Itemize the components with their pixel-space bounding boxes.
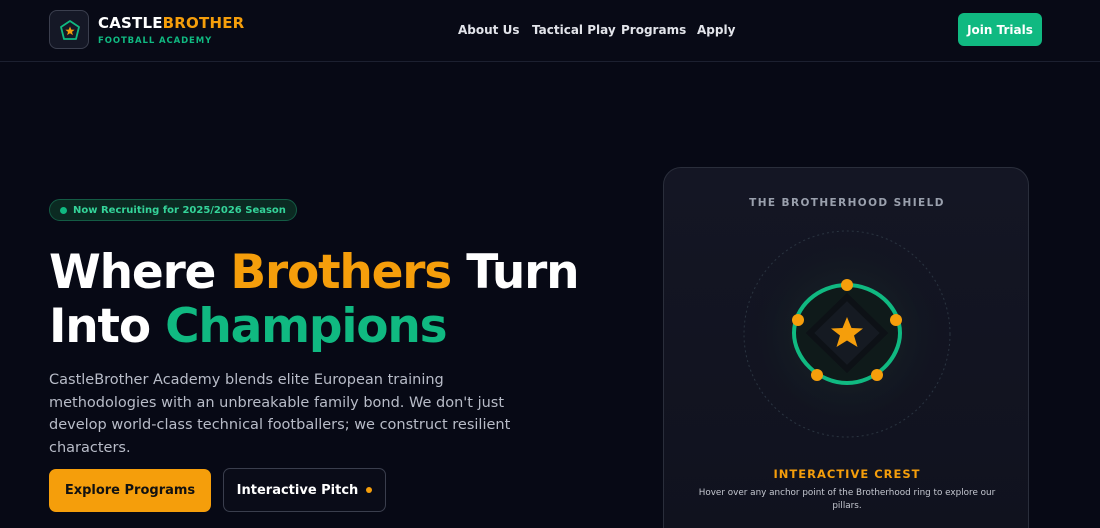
- nav-about-us[interactable]: About Us: [458, 22, 519, 38]
- status-dot-icon: [60, 206, 67, 214]
- main-nav: About Us Tactical Play Programs Apply: [0, 22, 1100, 38]
- explore-programs-button[interactable]: Explore Programs: [49, 469, 211, 512]
- hero-description: CastleBrother Academy blends elite Europ…: [49, 372, 511, 456]
- site-header: CASTLEBROTHER FOOTBALL ACADEMY About Us …: [0, 0, 1100, 62]
- anchor-point-bottom-left[interactable]: [811, 369, 823, 381]
- recruiting-badge: Now Recruiting for 2025/2026 Season: [49, 199, 297, 221]
- join-trials-button[interactable]: Join Trials: [958, 13, 1042, 46]
- anchor-point-left[interactable]: [792, 314, 804, 326]
- brotherhood-shield-card: THE BROTHERHOOD SHIELD INTERACTIVE CREST…: [663, 167, 1029, 528]
- hero-title-word: Where: [49, 245, 231, 300]
- interactive-pitch-button[interactable]: Interactive Pitch: [223, 468, 386, 512]
- anchor-point-top[interactable]: [841, 279, 853, 291]
- hero-title-line2: Into Champions: [49, 300, 609, 354]
- card-title: THE BROTHERHOOD SHIELD: [749, 197, 945, 209]
- hero-title: Where Brothers Turn Into Champions: [49, 246, 609, 354]
- hero-title-highlight-brothers: Brothers: [230, 245, 452, 300]
- hero-title-highlight-champions: Champions: [165, 299, 448, 354]
- hero-title-word: Turn: [451, 245, 579, 300]
- brotherhood-crest[interactable]: [664, 223, 1030, 463]
- anchor-point-right[interactable]: [890, 314, 902, 326]
- hero-title-word: Into: [49, 299, 166, 354]
- interactive-crest-label: INTERACTIVE CREST: [773, 467, 921, 481]
- hero-title-line1: Where Brothers Turn: [49, 246, 609, 300]
- recruiting-badge-text: Now Recruiting for 2025/2026 Season: [73, 204, 286, 216]
- nav-programs[interactable]: Programs: [621, 22, 686, 38]
- nav-tactical-play[interactable]: Tactical Play: [532, 22, 616, 38]
- nav-apply[interactable]: Apply: [697, 22, 735, 38]
- live-dot-icon: [366, 487, 373, 493]
- interactive-crest-description: Hover over any anchor point of the Broth…: [698, 488, 996, 511]
- anchor-point-bottom-right[interactable]: [871, 369, 883, 381]
- interactive-pitch-label: Interactive Pitch: [236, 482, 359, 498]
